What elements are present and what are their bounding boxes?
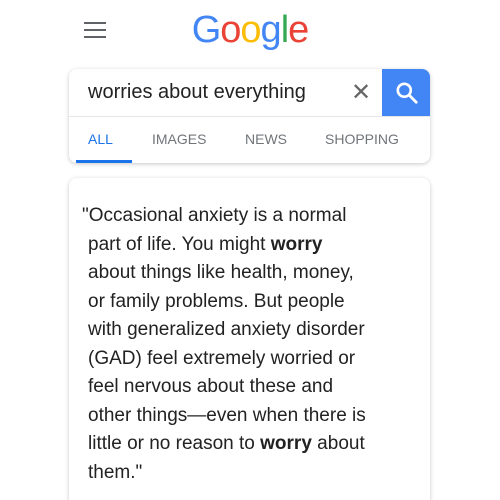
snippet-bold-term: worry — [270, 233, 323, 255]
snippet-line: (GAD) feel extremely worried or — [82, 345, 422, 374]
tab-images[interactable]: IMAGES — [152, 117, 206, 163]
snippet-text-run: feel nervous about these and — [88, 376, 334, 397]
snippet-text-run: (GAD) feel extremely worried or — [88, 347, 356, 369]
tab-all[interactable]: ALL — [76, 117, 132, 163]
snippet-line: with generalized anxiety disorder — [82, 316, 422, 345]
logo-letter: G — [191, 9, 222, 51]
snippet-line: part of life. You might worry — [82, 231, 422, 260]
snippet-line: feel nervous about these and — [82, 373, 422, 402]
logo-letter: l — [280, 9, 290, 51]
logo-letter: o — [240, 9, 261, 51]
featured-snippet-card: "Occasional anxiety is a normal part of l… — [69, 178, 430, 500]
snippet-line: them." — [82, 459, 422, 488]
search-button[interactable] — [382, 69, 430, 116]
snippet-text-run: them." — [88, 461, 143, 483]
search-tabs: ALL IMAGES NEWS SHOPPING — [69, 117, 430, 163]
snippet-bold-term: worry — [260, 433, 312, 454]
magnifier-icon — [396, 82, 418, 104]
tab-news[interactable]: NEWS — [245, 117, 287, 163]
tab-shopping[interactable]: SHOPPING — [325, 117, 399, 163]
snippet-text-run: or family problems. But people — [88, 290, 345, 312]
logo-letter: g — [260, 9, 282, 51]
snippet-text-run: "Occasional anxiety is a normal — [82, 205, 347, 226]
logo-letter: o — [220, 9, 241, 51]
snippet-text-run: about — [311, 433, 365, 454]
search-bar: worries about everything ✕ — [69, 69, 430, 117]
snippet-text-run: with generalized anxiety disorder — [88, 319, 365, 340]
search-results-page: Google worries about everything ✕ ALL IM… — [0, 0, 500, 500]
snippet-line: or family problems. But people — [82, 288, 422, 317]
snippet-line: little or no reason to worry about — [82, 430, 422, 459]
search-input[interactable]: worries about everything — [88, 69, 306, 116]
clear-search-button[interactable]: ✕ — [344, 69, 378, 116]
google-logo[interactable]: Google — [0, 8, 500, 52]
logo-letter: e — [288, 9, 309, 51]
snippet-line: about things like health, money, — [82, 259, 422, 288]
snippet-line: "Occasional anxiety is a normal — [82, 202, 422, 231]
featured-snippet-text: "Occasional anxiety is a normal part of l… — [82, 202, 422, 487]
snippet-text-run: about things like health, money, — [88, 262, 354, 283]
snippet-text-run: part of life. You might — [88, 233, 271, 255]
search-box-card: worries about everything ✕ ALL IMAGES NE… — [69, 69, 430, 163]
snippet-line: other things—even when there is — [82, 402, 422, 431]
snippet-text-run: little or no reason to — [88, 433, 261, 454]
snippet-text-run: other things—even when there is — [88, 404, 366, 426]
